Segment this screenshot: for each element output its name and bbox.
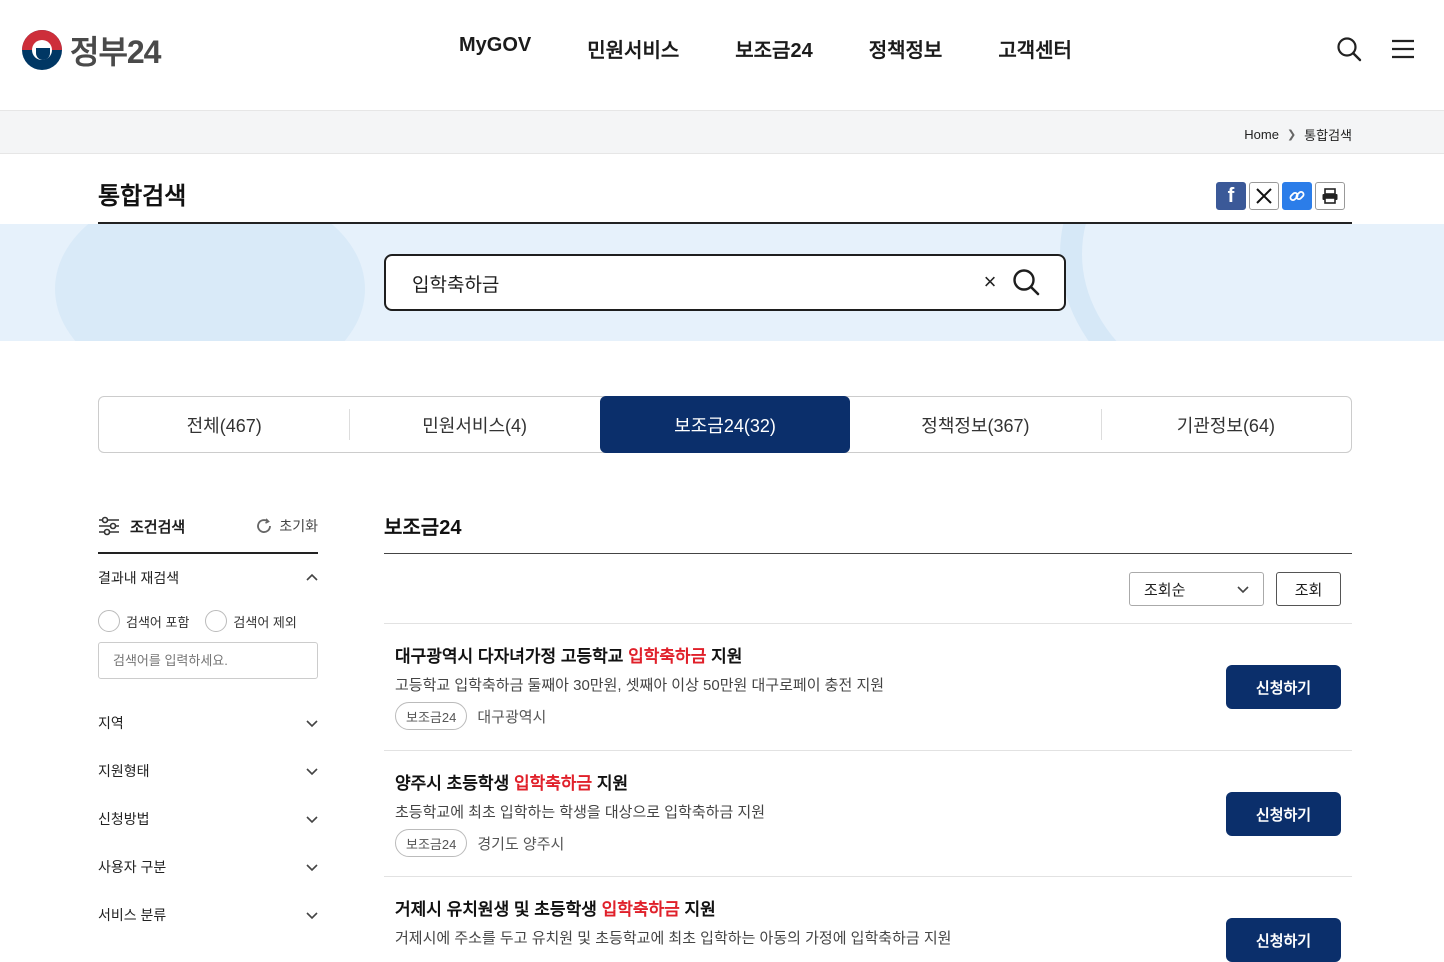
hamburger-menu-icon[interactable] <box>1390 36 1416 62</box>
filter-title: 조건검색 <box>130 518 186 536</box>
chevron-up-icon[interactable] <box>306 572 318 584</box>
filter-label: 지역 <box>98 715 124 731</box>
sort-button[interactable]: 조회 <box>1276 572 1341 606</box>
filter-label: 사용자 구분 <box>98 859 167 875</box>
tab-all[interactable]: 전체(467) <box>99 397 349 452</box>
search-band: × <box>0 224 1444 341</box>
nav-item-mygov[interactable]: MyGOV <box>459 34 531 63</box>
apply-button[interactable]: 신청하기 <box>1226 918 1341 962</box>
reset-label: 초기화 <box>279 518 318 534</box>
apply-button[interactable]: 신청하기 <box>1226 792 1341 836</box>
research-section[interactable]: 결과내 재검색 <box>98 568 318 588</box>
tab-subsidy24[interactable]: 보조금24(32) <box>599 396 851 453</box>
breadcrumb: Home ❯ 통합검색 <box>1244 125 1352 144</box>
region-label: 경기도 양주시 <box>477 835 565 853</box>
tab-agency-info[interactable]: 기관정보(64) <box>1100 397 1351 452</box>
radio-include[interactable]: 검색어 포함 <box>98 610 189 632</box>
print-icon[interactable] <box>1315 182 1345 210</box>
tab-policy-info[interactable]: 정책정보(367) <box>850 397 1100 452</box>
clear-icon[interactable]: × <box>980 270 1000 294</box>
apply-button[interactable]: 신청하기 <box>1226 665 1341 709</box>
facebook-icon[interactable]: f <box>1216 182 1246 210</box>
radio-exclude[interactable]: 검색어 제외 <box>205 610 297 632</box>
radio-exclude-label: 검색어 제외 <box>233 614 297 630</box>
filter-user-type[interactable]: 사용자 구분 <box>98 843 318 891</box>
sort-select[interactable]: 조회순 <box>1129 572 1264 606</box>
breadcrumb-home[interactable]: Home <box>1244 127 1279 142</box>
refresh-icon <box>257 518 272 533</box>
chevron-down-icon <box>306 816 318 824</box>
nav-item-customer-center[interactable]: 고객센터 <box>998 34 1072 63</box>
results-section-title: 보조금24 <box>384 517 462 539</box>
share-buttons: f <box>1216 182 1345 210</box>
result-description: 고등학교 입학축하금 둘째아 30만원, 셋째아 이상 50만원 대구로페이 충… <box>395 677 885 694</box>
region-label: 대구광역시 <box>477 708 547 726</box>
filter-label: 서비스 분류 <box>98 907 167 923</box>
taegeuk-logo-icon <box>22 30 62 70</box>
sort-value: 조회순 <box>1144 581 1186 599</box>
nav-item-subsidy24[interactable]: 보조금24 <box>735 34 812 63</box>
site-header: 정부24 MyGOV 민원서비스 보조금24 정책정보 고객센터 <box>0 0 1444 110</box>
search-box: × <box>384 254 1066 311</box>
breadcrumb-bar: Home ❯ 통합검색 <box>0 110 1444 154</box>
results-divider <box>384 553 1352 554</box>
result-description: 거제시에 주소를 두고 유치원 및 초등학교에 최초 입학하는 아동의 가정에 … <box>395 930 952 947</box>
chevron-down-icon <box>306 864 318 872</box>
filter-label: 신청방법 <box>98 811 150 827</box>
radio-include-label: 검색어 포함 <box>126 614 190 630</box>
reset-button[interactable]: 초기화 <box>255 516 318 536</box>
site-logo[interactable]: 정부24 <box>22 27 161 73</box>
result-item: 양주시 초등학생 입학축하금 지원 초등학교에 최초 입학하는 학생을 대상으로… <box>384 750 1352 877</box>
logo-text: 정부24 <box>70 34 161 70</box>
search-icon[interactable] <box>1012 268 1040 296</box>
nav-item-civil-service[interactable]: 민원서비스 <box>587 34 679 63</box>
main-nav: MyGOV 민원서비스 보조금24 정책정보 고객센터 <box>459 34 1072 63</box>
result-item: 대구광역시 다자녀가정 고등학교 입학축하금 지원 고등학교 입학축하금 둘째아… <box>384 623 1352 750</box>
tab-civil-service[interactable]: 민원서비스(4) <box>349 397 599 452</box>
chevron-right-icon: ❯ <box>1286 129 1297 141</box>
research-label: 결과내 재검색 <box>98 570 180 586</box>
chevron-down-icon <box>1237 586 1249 594</box>
result-title[interactable]: 대구광역시 다자녀가정 고등학교 입학축하금 지원 <box>395 642 742 667</box>
search-input[interactable] <box>412 270 952 296</box>
result-item: 거제시 유치원생 및 초등학생 입학축하금 지원 거제시에 주소를 두고 유치원… <box>384 876 1352 962</box>
chevron-down-icon <box>306 720 318 728</box>
page-title: 통합검색 <box>98 183 187 210</box>
breadcrumb-current: 통합검색 <box>1304 128 1352 143</box>
filter-region[interactable]: 지역 <box>98 699 318 747</box>
filter-service-category[interactable]: 서비스 분류 <box>98 891 318 939</box>
result-tabs: 전체(467) 민원서비스(4) 보조금24(32) 정책정보(367) 기관정… <box>98 396 1352 453</box>
category-badge: 보조금24 <box>395 829 468 857</box>
filter-apply-method[interactable]: 신청방법 <box>98 795 318 843</box>
category-badge: 보조금24 <box>395 702 468 730</box>
keyword-input[interactable] <box>98 642 318 679</box>
result-description: 초등학교에 최초 입학하는 학생을 대상으로 입학축하금 지원 <box>395 804 766 821</box>
radio-circle[interactable] <box>98 610 120 632</box>
chevron-down-icon <box>306 912 318 920</box>
filter-support-type[interactable]: 지원형태 <box>98 747 318 795</box>
radio-circle[interactable] <box>205 610 228 632</box>
filter-sidebar: 조건검색 초기화 결과내 재검색 검색어 포함 검색어 제외 지역 지원형 <box>98 510 318 939</box>
filter-label: 지원형태 <box>98 763 150 779</box>
sliders-icon <box>99 516 119 536</box>
link-icon[interactable] <box>1282 182 1312 210</box>
result-title[interactable]: 거제시 유치원생 및 초등학생 입학축하금 지원 <box>395 895 716 920</box>
x-icon[interactable] <box>1249 182 1279 210</box>
chevron-down-icon <box>306 768 318 776</box>
result-title[interactable]: 양주시 초등학생 입학축하금 지원 <box>395 769 628 794</box>
nav-item-policy-info[interactable]: 정책정보 <box>869 34 943 63</box>
search-icon[interactable] <box>1336 36 1362 62</box>
